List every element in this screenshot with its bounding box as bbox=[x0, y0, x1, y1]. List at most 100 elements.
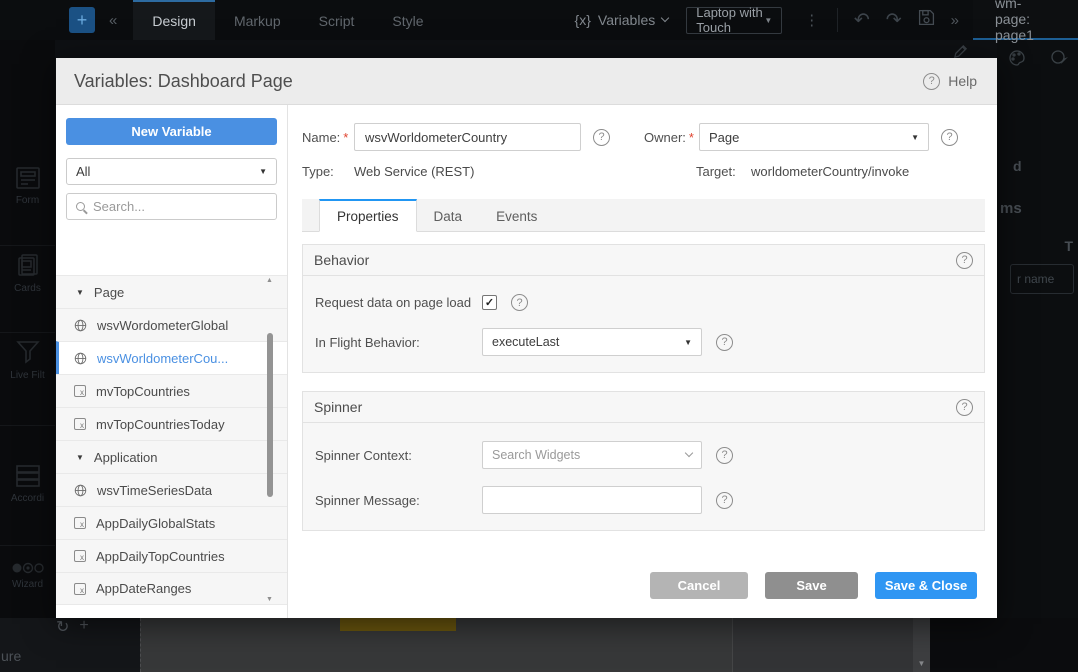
form-icon bbox=[15, 166, 41, 190]
canvas-quick-icons: ↻ + bbox=[56, 617, 89, 637]
variable-group-page[interactable]: ▼ Page bbox=[56, 275, 287, 308]
more-options-icon[interactable]: ⋮ bbox=[804, 11, 820, 29]
help-icon[interactable]: ? bbox=[716, 492, 733, 509]
variable-list-item[interactable]: x AppDateRanges bbox=[56, 572, 287, 605]
inflight-label: In Flight Behavior: bbox=[315, 335, 482, 350]
collapse-left-icon[interactable]: « bbox=[109, 12, 117, 29]
redo-icon[interactable]: ↷ bbox=[886, 11, 902, 30]
variable-list: ▼ Page wsvWordometerGlobal wsvWorldomete… bbox=[56, 275, 287, 605]
wizard-steps-icon bbox=[11, 562, 45, 574]
palette-item-accordion[interactable]: Accordi bbox=[0, 464, 55, 504]
variable-list-item[interactable]: wsvWordometerGlobal bbox=[56, 308, 287, 341]
save-button[interactable]: Save bbox=[765, 572, 858, 599]
theme-palette-icon[interactable] bbox=[1008, 49, 1026, 67]
name-input[interactable] bbox=[354, 123, 581, 151]
tab-events[interactable]: Events bbox=[479, 199, 554, 232]
palette-divider bbox=[0, 332, 55, 333]
inspect-cursor-icon[interactable] bbox=[1050, 49, 1068, 67]
new-variable-button[interactable]: New Variable bbox=[66, 118, 277, 145]
model-variable-icon: x bbox=[74, 385, 86, 397]
search-input[interactable] bbox=[93, 199, 243, 214]
design-canvas[interactable]: ▼ bbox=[140, 618, 930, 672]
spinner-context-label: Spinner Context: bbox=[315, 448, 482, 463]
sidebar-scrollbar[interactable]: ▲ ▼ bbox=[265, 277, 274, 603]
save-icon[interactable] bbox=[918, 9, 935, 30]
request-data-label: Request data on page load bbox=[315, 295, 482, 310]
canvas-right-column bbox=[733, 618, 913, 672]
plus-icon: + bbox=[77, 11, 88, 29]
inflight-select[interactable]: executeLast ▼ bbox=[482, 328, 702, 356]
spinner-section-header: Spinner ? bbox=[303, 392, 984, 423]
variable-list-item[interactable]: x AppDailyGlobalStats bbox=[56, 506, 287, 539]
caret-down-icon: ▼ bbox=[764, 16, 772, 25]
variables-sidebar: New Variable All ▼ ▼ Page wsvW bbox=[56, 105, 288, 618]
web-service-icon bbox=[74, 484, 87, 497]
tree-expanded-icon: ▼ bbox=[76, 453, 84, 462]
panel-name-input-fragment[interactable]: r name bbox=[1010, 264, 1074, 294]
tab-design[interactable]: Design bbox=[133, 0, 215, 40]
wavemaker-studio: + « Design Markup Script Style {x} Varia… bbox=[0, 0, 1078, 672]
tab-properties[interactable]: Properties bbox=[319, 199, 417, 232]
help-icon[interactable]: ? bbox=[511, 294, 528, 311]
spinner-message-label: Spinner Message: bbox=[315, 493, 482, 508]
spinner-context-select[interactable]: Search Widgets bbox=[482, 441, 702, 469]
palette-item-form[interactable]: Form bbox=[0, 166, 55, 206]
help-link[interactable]: ? Help bbox=[923, 73, 977, 90]
model-variable-icon: x bbox=[74, 418, 86, 430]
name-label: Name:* bbox=[302, 130, 354, 145]
expand-right-icon[interactable]: » bbox=[951, 13, 959, 28]
variable-list-item[interactable]: x mvTopCountries bbox=[56, 374, 287, 407]
variable-list-item[interactable]: x AppDailyTopCountries bbox=[56, 539, 287, 572]
spinner-message-input[interactable] bbox=[482, 486, 702, 514]
accordion-icon bbox=[15, 464, 41, 488]
refresh-icon[interactable]: ↻ bbox=[56, 617, 69, 637]
variables-menu[interactable]: {x} Variables bbox=[575, 12, 669, 28]
request-data-row: Request data on page load ✓ ? bbox=[315, 294, 972, 311]
tab-markup[interactable]: Markup bbox=[215, 0, 300, 40]
help-icon[interactable]: ? bbox=[941, 129, 958, 146]
tab-style[interactable]: Style bbox=[373, 0, 442, 40]
variable-search[interactable] bbox=[66, 193, 277, 220]
variable-list-item[interactable]: x mvTopCountriesToday bbox=[56, 407, 287, 440]
variables-icon: {x} bbox=[575, 12, 591, 28]
help-icon[interactable]: ? bbox=[716, 334, 733, 351]
canvas-right-gutter bbox=[930, 618, 1078, 672]
tab-data[interactable]: Data bbox=[417, 199, 480, 232]
toolbar-divider bbox=[837, 8, 838, 32]
variable-group-application[interactable]: ▼ Application bbox=[56, 440, 287, 473]
page-tab[interactable]: wm-page: page1 bbox=[973, 0, 1078, 40]
variable-filter-select[interactable]: All ▼ bbox=[66, 158, 277, 185]
spinner-context-row: Spinner Context: Search Widgets ? bbox=[315, 441, 972, 469]
owner-label: Owner:* bbox=[644, 130, 699, 145]
add-icon[interactable]: + bbox=[79, 617, 88, 637]
widget-palette: Form Cards Live Filt Accordi Wizard ure bbox=[0, 40, 55, 672]
help-icon[interactable]: ? bbox=[716, 447, 733, 464]
scrollbar-thumb[interactable] bbox=[267, 333, 273, 497]
behavior-section: Behavior ? Request data on page load ✓ ?… bbox=[302, 244, 985, 373]
required-marker: * bbox=[343, 130, 348, 145]
undo-icon[interactable]: ↶ bbox=[854, 11, 870, 30]
device-selector[interactable]: Laptop with Touch ▼ bbox=[686, 7, 782, 34]
tab-script[interactable]: Script bbox=[300, 0, 374, 40]
variable-list-item[interactable]: wsvTimeSeriesData bbox=[56, 473, 287, 506]
canvas-scrollbar[interactable]: ▼ bbox=[913, 618, 930, 672]
palette-item-cards[interactable]: Cards bbox=[0, 252, 55, 294]
help-icon[interactable]: ? bbox=[593, 129, 610, 146]
dialog-footer: Cancel Save Save & Close bbox=[650, 572, 977, 599]
help-icon[interactable]: ? bbox=[956, 252, 973, 269]
variable-list-item-selected[interactable]: wsvWorldometerCou... bbox=[56, 341, 287, 374]
add-widget-button[interactable]: + bbox=[69, 7, 95, 33]
owner-select[interactable]: Page ▼ bbox=[699, 123, 929, 151]
palette-divider bbox=[0, 245, 55, 246]
type-label: Type: bbox=[302, 164, 354, 179]
request-data-checkbox[interactable]: ✓ bbox=[482, 295, 497, 310]
help-icon[interactable]: ? bbox=[956, 399, 973, 416]
palette-item-wizard[interactable]: Wizard bbox=[0, 562, 55, 590]
palette-item-live-filter[interactable]: Live Filt bbox=[0, 339, 55, 381]
scroll-up-icon: ▲ bbox=[266, 277, 273, 284]
model-variable-icon: x bbox=[74, 550, 86, 562]
dialog-title: Variables: Dashboard Page bbox=[74, 71, 293, 92]
variable-detail-panel: Name:* ? Owner:* Page ▼ ? Type: Web Serv… bbox=[288, 105, 997, 618]
cancel-button[interactable]: Cancel bbox=[650, 572, 748, 599]
save-and-close-button[interactable]: Save & Close bbox=[875, 572, 977, 599]
